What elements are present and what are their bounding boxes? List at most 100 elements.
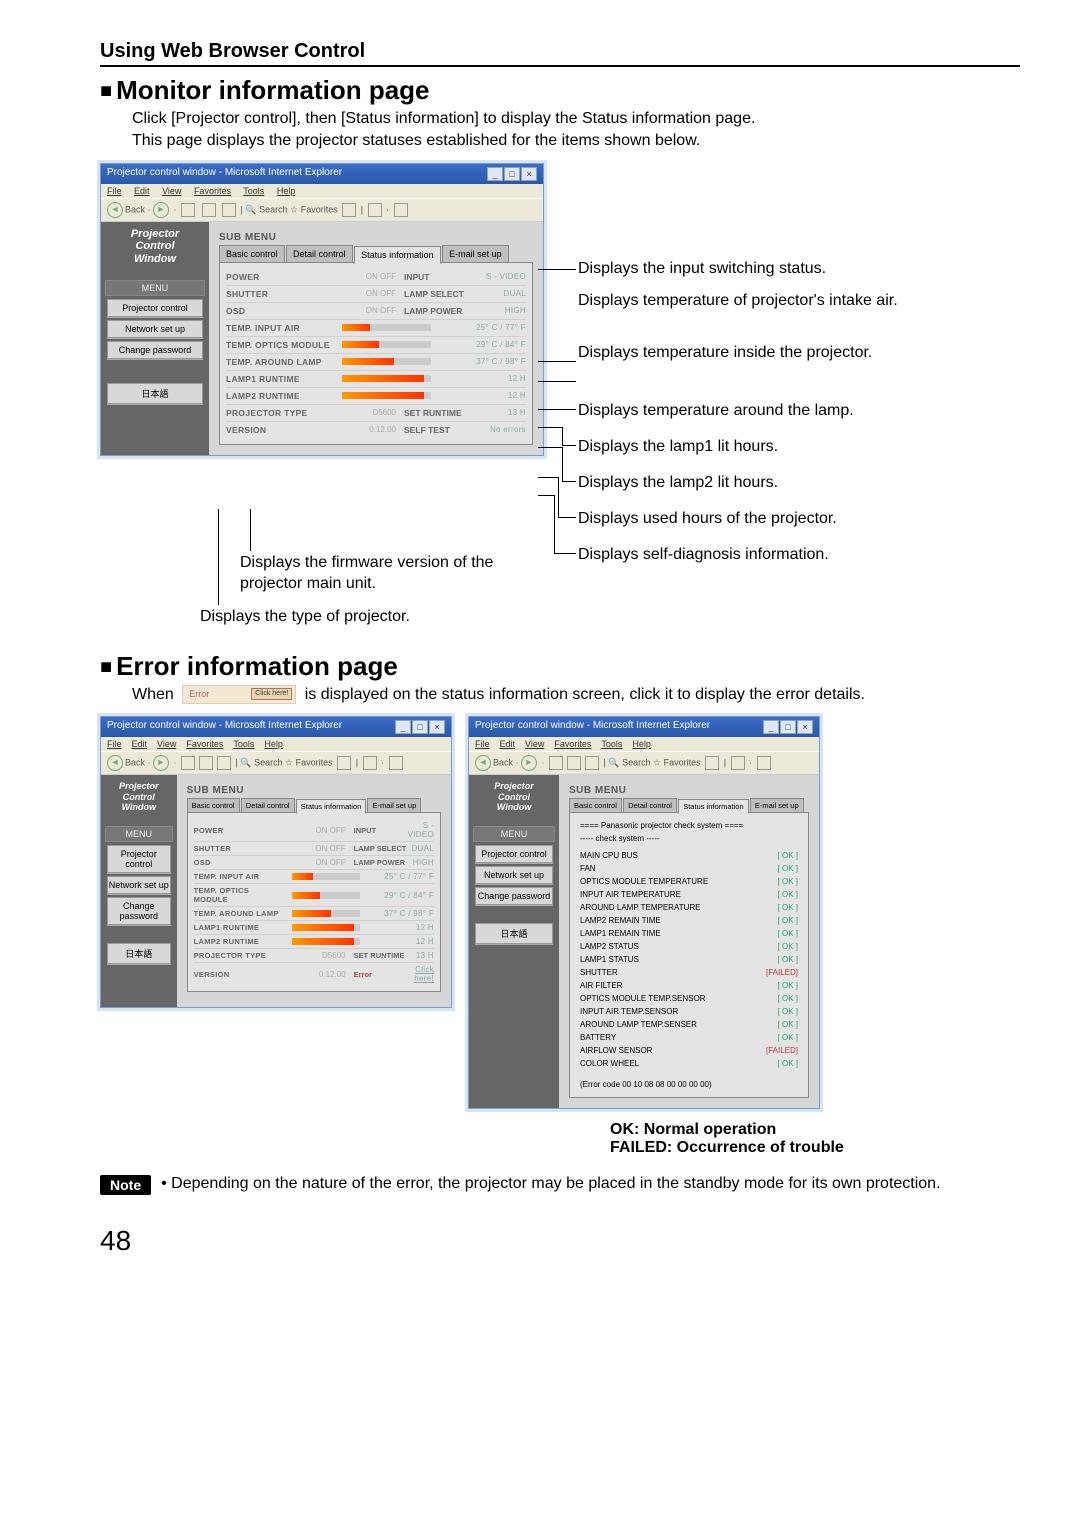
callout-lamp2: Displays the lamp2 lit hours. <box>578 473 778 494</box>
menu-help[interactable]: Help <box>277 186 296 196</box>
tab-email[interactable]: E-mail set up <box>442 245 509 263</box>
search-label[interactable]: Search <box>259 204 288 214</box>
value-projector-type: D5600 <box>336 408 404 417</box>
back-icon[interactable]: ◄ <box>107 202 123 218</box>
row-lamp1-runtime: LAMP1 RUNTIME 12 H <box>226 371 526 388</box>
row-temp-optics: TEMP. OPTICS MODULE 29° C / 84° F <box>226 337 526 354</box>
window-titlebar: Projector control window - Microsoft Int… <box>101 164 543 184</box>
history-icon[interactable] <box>342 203 356 217</box>
intro-text: Click [Projector control], then [Status … <box>132 108 1020 153</box>
heading-error: Error information page <box>100 651 1020 682</box>
label-version: VERSION <box>226 425 336 435</box>
row-power: POWER ON OFF INPUT S - VIDEO <box>226 269 526 286</box>
error-item: AIR FILTER[ OK ] <box>576 979 802 992</box>
label-projector-type: PROJECTOR TYPE <box>226 408 336 418</box>
error-item: LAMP2 REMAIN TIME[ OK ] <box>576 914 802 927</box>
legend-ok: OK: Normal operation <box>610 1121 1020 1139</box>
value-temp-input-air: 25° C / 77° F <box>437 323 526 332</box>
error-item: INPUT AIR TEMPERATURE[ OK ] <box>576 888 802 901</box>
value-lamppower: HIGH <box>464 306 526 315</box>
forward-icon[interactable]: ► <box>153 202 169 218</box>
print-icon[interactable] <box>394 203 408 217</box>
value-lamp2-runtime: 12 H <box>437 391 526 400</box>
selftest-click-here[interactable]: Click here! <box>408 965 434 983</box>
callout-input: Displays the input switching status. <box>578 259 826 280</box>
error-banner-click[interactable]: Click here! <box>251 688 292 700</box>
sidebar-projector-control-sm[interactable]: Projector control <box>107 845 171 873</box>
error-item: AROUND LAMP TEMPERATURE[ OK ] <box>576 901 802 914</box>
error-code: (Error code 00 10 08 08 00 00 00 00) <box>576 1070 802 1091</box>
error-item: LAMP2 STATUS[ OK ] <box>576 940 802 953</box>
ie-menubar[interactable]: File Edit View Favorites Tools Help <box>101 184 543 198</box>
ie-window: Projector control window - Microsoft Int… <box>100 163 544 456</box>
label-selftest: SELF TEST <box>404 425 464 435</box>
row-osd: OSD ON OFF LAMP POWER HIGH <box>226 303 526 320</box>
ie-toolbar[interactable]: ◄Back · ► · | 🔍 Search ☆ Favorites | · <box>101 198 543 222</box>
intro-line-1: Click [Projector control], then [Status … <box>132 110 755 127</box>
tab-bar: Basic control Detail control Status info… <box>219 245 533 263</box>
label-temp-input-air: TEMP. INPUT AIR <box>226 323 336 333</box>
submenu-title: SUB MENU <box>219 232 533 243</box>
label-set-runtime: SET RUNTIME <box>404 408 464 418</box>
checksys-sub: ----- check system ----- <box>576 832 802 849</box>
sidebar-network-setup[interactable]: Network set up <box>107 320 203 338</box>
value-version: 0.12.00 <box>336 425 404 434</box>
error-item: INPUT AIR TEMP.SENSOR[ OK ] <box>576 1005 802 1018</box>
label-osd: OSD <box>226 306 336 316</box>
value-input: S - VIDEO <box>464 272 526 281</box>
label-power: POWER <box>226 272 336 282</box>
window-controls[interactable]: _□× <box>486 167 537 181</box>
sidebar-network-setup-sm[interactable]: Network set up <box>107 876 171 894</box>
tab-detail[interactable]: Detail control <box>286 245 353 263</box>
ie-window-small-error: Projector control window - Microsoft Int… <box>468 716 820 1109</box>
row-version: VERSION 0.12.00 SELF TEST No errors <box>226 422 526 438</box>
menu-edit[interactable]: Edit <box>134 186 150 196</box>
row-version-error: VERSION0.12.00 Error Click here! <box>194 963 434 985</box>
value-temp-around-lamp: 37° C / 98° F <box>437 357 526 366</box>
row-shutter: SHUTTER ON OFF LAMP SELECT DUAL <box>226 286 526 303</box>
value-shutter: ON OFF <box>336 289 404 298</box>
label-input: INPUT <box>404 272 464 282</box>
tab-basic[interactable]: Basic control <box>219 245 285 263</box>
bar-lamp1-runtime <box>342 375 431 382</box>
sidebar-menu-label: MENU <box>105 280 205 296</box>
bar-temp-input-air <box>342 324 431 331</box>
content-area: SUB MENU Basic control Detail control St… <box>209 222 543 455</box>
callout-lamp1: Displays the lamp1 lit hours. <box>578 437 778 458</box>
menu-favorites[interactable]: Favorites <box>194 186 231 196</box>
back-label[interactable]: Back <box>125 204 145 214</box>
label-temp-around-lamp: TEMP. AROUND LAMP <box>226 357 336 367</box>
error-item: SHUTTER[FAILED] <box>576 966 802 979</box>
section-header: Using Web Browser Control <box>100 40 1020 67</box>
sidebar: Projector Control Window MENU Projector … <box>101 222 209 455</box>
sidebar-change-password-sm[interactable]: Change password <box>107 897 171 925</box>
label-lamppower: LAMP POWER <box>404 306 464 316</box>
bar-temp-around-lamp <box>342 358 431 365</box>
error-item: MAIN CPU BUS[ OK ] <box>576 849 802 862</box>
menu-tools[interactable]: Tools <box>243 186 264 196</box>
sidebar-japanese[interactable]: 日本語 <box>107 383 203 404</box>
mail-icon[interactable] <box>368 203 382 217</box>
row-projector-type: PROJECTOR TYPE D5600 SET RUNTIME 13 H <box>226 405 526 422</box>
sidebar-brand: Projector Control Window <box>105 228 205 266</box>
label-lampselect: LAMP SELECT <box>404 289 464 299</box>
error-posttext: is displayed on the status information s… <box>305 686 865 703</box>
tab-status[interactable]: Status information <box>354 246 441 264</box>
sidebar-projector-control[interactable]: Projector control <box>107 299 203 317</box>
value-osd: ON OFF <box>336 306 404 315</box>
home-icon[interactable] <box>222 203 236 217</box>
stop-icon[interactable] <box>181 203 195 217</box>
callout-intake: Displays temperature of projector's inta… <box>578 291 908 312</box>
label-lamp1-runtime: LAMP1 RUNTIME <box>226 374 336 384</box>
error-intro: When Error Click here! is displayed on t… <box>132 684 1020 706</box>
favorites-label[interactable]: Favorites <box>301 204 338 214</box>
callout-firmware: Displays the firmware version of the pro… <box>240 553 540 595</box>
page-number: 48 <box>100 1225 1020 1257</box>
refresh-icon[interactable] <box>202 203 216 217</box>
callout-self: Displays self-diagnosis information. <box>578 545 829 566</box>
sidebar-change-password[interactable]: Change password <box>107 341 203 359</box>
sidebar-japanese-sm[interactable]: 日本語 <box>107 943 171 964</box>
menu-file[interactable]: File <box>107 186 122 196</box>
menu-view[interactable]: View <box>162 186 181 196</box>
value-set-runtime: 13 H <box>464 408 526 417</box>
